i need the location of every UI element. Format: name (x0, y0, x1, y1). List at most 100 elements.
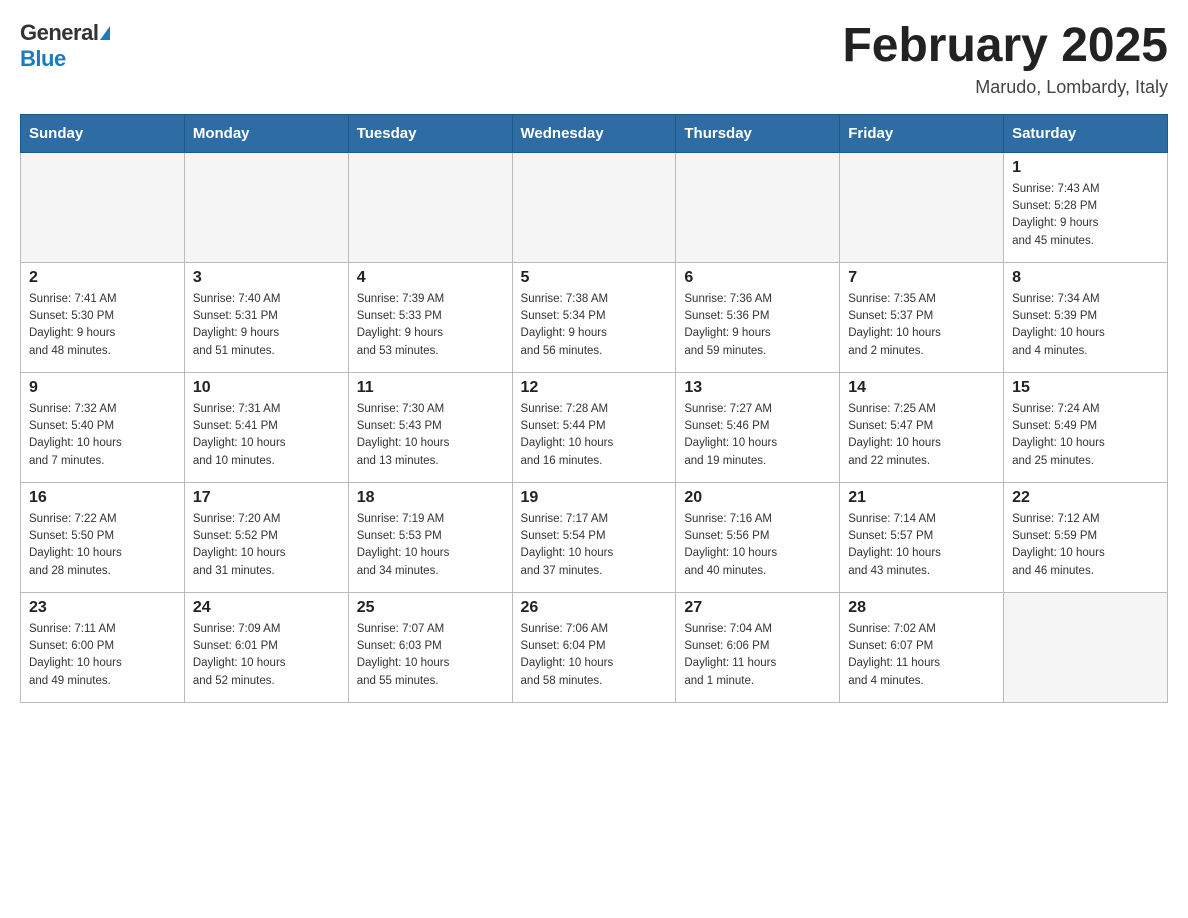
col-tuesday: Tuesday (348, 114, 512, 152)
day-info: Sunrise: 7:36 AMSunset: 5:36 PMDaylight:… (684, 291, 831, 360)
day-number: 23 (29, 599, 176, 617)
day-info: Sunrise: 7:06 AMSunset: 6:04 PMDaylight:… (521, 621, 668, 690)
calendar-title: February 2025 (842, 20, 1168, 73)
col-sunday: Sunday (21, 114, 185, 152)
day-info: Sunrise: 7:35 AMSunset: 5:37 PMDaylight:… (848, 291, 995, 360)
day-info: Sunrise: 7:41 AMSunset: 5:30 PMDaylight:… (29, 291, 176, 360)
day-number: 9 (29, 379, 176, 397)
calendar-header: Sunday Monday Tuesday Wednesday Thursday… (21, 114, 1168, 152)
calendar-cell: 1 Sunrise: 7:43 AMSunset: 5:28 PMDaylight… (1004, 152, 1168, 262)
calendar-cell: 7 Sunrise: 7:35 AMSunset: 5:37 PMDaylight… (840, 262, 1004, 372)
day-number: 7 (848, 269, 995, 287)
calendar-cell: 5 Sunrise: 7:38 AMSunset: 5:34 PMDaylight… (512, 262, 676, 372)
calendar-cell: 9 Sunrise: 7:32 AMSunset: 5:40 PMDaylight… (21, 372, 185, 482)
day-info: Sunrise: 7:11 AMSunset: 6:00 PMDaylight:… (29, 621, 176, 690)
day-number: 1 (1012, 159, 1159, 177)
day-info: Sunrise: 7:02 AMSunset: 6:07 PMDaylight:… (848, 621, 995, 690)
day-number: 20 (684, 489, 831, 507)
col-saturday: Saturday (1004, 114, 1168, 152)
day-info: Sunrise: 7:34 AMSunset: 5:39 PMDaylight:… (1012, 291, 1159, 360)
calendar-cell: 13Sunrise: 7:27 AMSunset: 5:46 PMDayligh… (676, 372, 840, 482)
week-row-1: 1 Sunrise: 7:43 AMSunset: 5:28 PMDaylight… (21, 152, 1168, 262)
day-number: 15 (1012, 379, 1159, 397)
day-info: Sunrise: 7:30 AMSunset: 5:43 PMDaylight:… (357, 401, 504, 470)
day-info: Sunrise: 7:27 AMSunset: 5:46 PMDaylight:… (684, 401, 831, 470)
col-friday: Friday (840, 114, 1004, 152)
day-number: 22 (1012, 489, 1159, 507)
col-wednesday: Wednesday (512, 114, 676, 152)
day-number: 21 (848, 489, 995, 507)
calendar-cell: 23 Sunrise: 7:11 AMSunset: 6:00 PMDayligh… (21, 592, 185, 702)
day-info: Sunrise: 7:25 AMSunset: 5:47 PMDaylight:… (848, 401, 995, 470)
day-number: 27 (684, 599, 831, 617)
col-thursday: Thursday (676, 114, 840, 152)
col-monday: Monday (184, 114, 348, 152)
calendar-subtitle: Marudo, Lombardy, Italy (842, 77, 1168, 98)
day-info: Sunrise: 7:16 AMSunset: 5:56 PMDaylight:… (684, 511, 831, 580)
day-info: Sunrise: 7:32 AMSunset: 5:40 PMDaylight:… (29, 401, 176, 470)
calendar-cell: 27 Sunrise: 7:04 AMSunset: 6:06 PMDayligh… (676, 592, 840, 702)
calendar-cell: 24 Sunrise: 7:09 AMSunset: 6:01 PMDayligh… (184, 592, 348, 702)
day-number: 14 (848, 379, 995, 397)
calendar-cell: 15Sunrise: 7:24 AMSunset: 5:49 PMDayligh… (1004, 372, 1168, 482)
calendar-cell (21, 152, 185, 262)
calendar-cell: 12 Sunrise: 7:28 AMSunset: 5:44 PMDayligh… (512, 372, 676, 482)
day-number: 8 (1012, 269, 1159, 287)
calendar-cell: 3Sunrise: 7:40 AMSunset: 5:31 PMDaylight… (184, 262, 348, 372)
calendar-cell (840, 152, 1004, 262)
day-number: 12 (521, 379, 668, 397)
week-row-2: 2Sunrise: 7:41 AMSunset: 5:30 PMDaylight… (21, 262, 1168, 372)
day-info: Sunrise: 7:04 AMSunset: 6:06 PMDaylight:… (684, 621, 831, 690)
logo-line2: Blue (20, 46, 66, 72)
calendar-table: Sunday Monday Tuesday Wednesday Thursday… (20, 114, 1168, 703)
calendar-cell (512, 152, 676, 262)
day-number: 26 (521, 599, 668, 617)
day-info: Sunrise: 7:28 AMSunset: 5:44 PMDaylight:… (521, 401, 668, 470)
day-number: 11 (357, 379, 504, 397)
week-row-3: 9 Sunrise: 7:32 AMSunset: 5:40 PMDaylight… (21, 372, 1168, 482)
day-number: 25 (357, 599, 504, 617)
calendar-cell: 19Sunrise: 7:17 AMSunset: 5:54 PMDayligh… (512, 482, 676, 592)
calendar-cell: 2Sunrise: 7:41 AMSunset: 5:30 PMDaylight… (21, 262, 185, 372)
calendar-cell: 14 Sunrise: 7:25 AMSunset: 5:47 PMDayligh… (840, 372, 1004, 482)
logo-line1: General (20, 20, 110, 46)
calendar-cell: 17 Sunrise: 7:20 AMSunset: 5:52 PMDayligh… (184, 482, 348, 592)
calendar-cell: 25Sunrise: 7:07 AMSunset: 6:03 PMDayligh… (348, 592, 512, 702)
logo-blue-text: Blue (20, 46, 66, 71)
calendar-cell: 11 Sunrise: 7:30 AMSunset: 5:43 PMDayligh… (348, 372, 512, 482)
day-number: 6 (684, 269, 831, 287)
day-number: 19 (521, 489, 668, 507)
calendar-cell: 28 Sunrise: 7:02 AMSunset: 6:07 PMDayligh… (840, 592, 1004, 702)
week-row-4: 16Sunrise: 7:22 AMSunset: 5:50 PMDayligh… (21, 482, 1168, 592)
day-info: Sunrise: 7:09 AMSunset: 6:01 PMDaylight:… (193, 621, 340, 690)
day-info: Sunrise: 7:31 AMSunset: 5:41 PMDaylight:… (193, 401, 340, 470)
calendar-cell: 8 Sunrise: 7:34 AMSunset: 5:39 PMDaylight… (1004, 262, 1168, 372)
day-number: 10 (193, 379, 340, 397)
calendar-cell (348, 152, 512, 262)
day-info: Sunrise: 7:14 AMSunset: 5:57 PMDaylight:… (848, 511, 995, 580)
day-info: Sunrise: 7:43 AMSunset: 5:28 PMDaylight:… (1012, 181, 1159, 250)
title-block: February 2025 Marudo, Lombardy, Italy (842, 20, 1168, 98)
logo: General Blue (20, 20, 110, 72)
calendar-cell: 20 Sunrise: 7:16 AMSunset: 5:56 PMDayligh… (676, 482, 840, 592)
calendar-cell (184, 152, 348, 262)
day-info: Sunrise: 7:20 AMSunset: 5:52 PMDaylight:… (193, 511, 340, 580)
logo-triangle-icon (100, 26, 110, 40)
day-info: Sunrise: 7:38 AMSunset: 5:34 PMDaylight:… (521, 291, 668, 360)
day-number: 5 (521, 269, 668, 287)
weekday-row: Sunday Monday Tuesday Wednesday Thursday… (21, 114, 1168, 152)
day-number: 17 (193, 489, 340, 507)
calendar-cell (676, 152, 840, 262)
day-number: 24 (193, 599, 340, 617)
day-number: 18 (357, 489, 504, 507)
day-number: 28 (848, 599, 995, 617)
calendar-cell: 26 Sunrise: 7:06 AMSunset: 6:04 PMDayligh… (512, 592, 676, 702)
logo-general-text: General (20, 20, 98, 45)
day-number: 16 (29, 489, 176, 507)
week-row-5: 23 Sunrise: 7:11 AMSunset: 6:00 PMDayligh… (21, 592, 1168, 702)
calendar-cell: 6 Sunrise: 7:36 AMSunset: 5:36 PMDaylight… (676, 262, 840, 372)
calendar-cell: 22Sunrise: 7:12 AMSunset: 5:59 PMDayligh… (1004, 482, 1168, 592)
calendar-cell: 4Sunrise: 7:39 AMSunset: 5:33 PMDaylight… (348, 262, 512, 372)
day-info: Sunrise: 7:39 AMSunset: 5:33 PMDaylight:… (357, 291, 504, 360)
day-info: Sunrise: 7:19 AMSunset: 5:53 PMDaylight:… (357, 511, 504, 580)
